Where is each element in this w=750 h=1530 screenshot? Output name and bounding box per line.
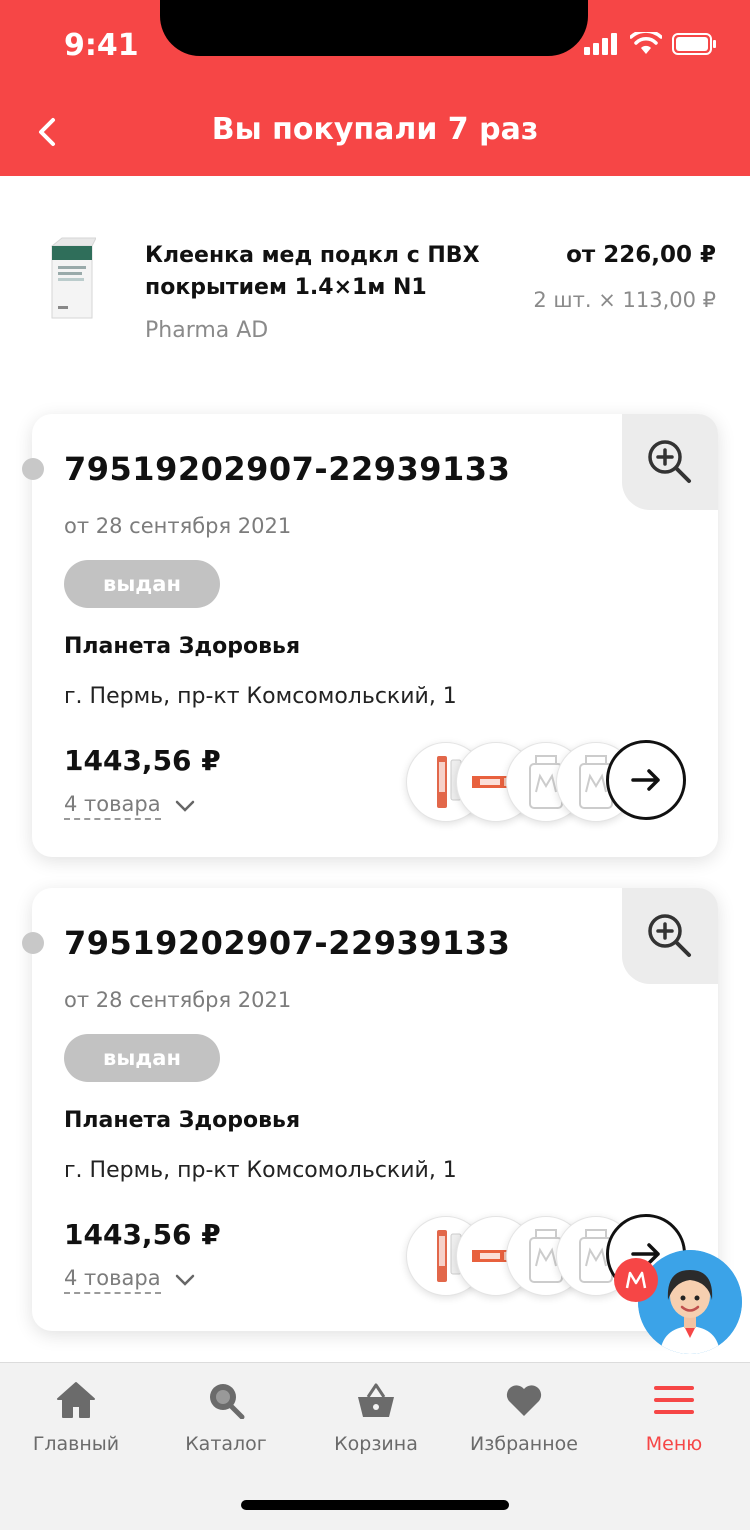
store-address: г. Пермь, пр-кт Комсомольский, 1: [64, 684, 457, 709]
store-name: Планета Здоровья: [64, 634, 301, 659]
status-badge: выдан: [64, 1034, 220, 1082]
items-count: 4 товара: [64, 792, 161, 820]
tab-label: Каталог: [185, 1433, 267, 1455]
items-toggle[interactable]: 4 товара: [64, 792, 195, 820]
app-header: 9:41 Вы покупали 7 раз: [0, 0, 750, 176]
product-name: Клеенка мед подкл с ПВХ покрытием 1.4×1м…: [145, 243, 480, 300]
search-icon: [210, 1384, 245, 1419]
order-card[interactable]: 79519202907-22939133 от 28 сентября 2021…: [22, 414, 718, 857]
order-number: 79519202907-22939133: [64, 924, 511, 962]
home-indicator: [241, 1500, 509, 1510]
chat-assistant-button[interactable]: [638, 1250, 742, 1354]
tab-menu[interactable]: Меню: [599, 1381, 749, 1455]
chevron-down-icon: [175, 800, 194, 812]
order-date: от 28 сентября 2021: [64, 514, 292, 538]
tab-home[interactable]: Главный: [1, 1381, 151, 1455]
zoom-in-icon: [648, 440, 691, 483]
heart-icon: [506, 1385, 542, 1416]
signal-icon: [584, 33, 617, 55]
chat-badge[interactable]: [614, 1258, 658, 1302]
assistant-avatar-icon: [638, 1250, 742, 1354]
device-notch: [160, 0, 588, 56]
order-card[interactable]: 79519202907-22939133 от 28 сентября 2021…: [22, 888, 718, 1331]
wifi-icon: [630, 32, 662, 54]
page-title: Вы покупали 7 раз: [211, 112, 539, 147]
product-brand: Pharma AD: [145, 318, 269, 343]
status-time: 9:41: [64, 28, 139, 63]
tab-label: Главный: [32, 1433, 120, 1455]
tab-cart[interactable]: Корзина: [301, 1381, 451, 1455]
status-icons: [584, 32, 718, 56]
tab-catalog[interactable]: Каталог: [151, 1381, 301, 1455]
product-quantity: 2 шт. × 113,00 ₽: [533, 288, 716, 312]
order-total: 1443,56 ₽: [64, 744, 221, 777]
zoom-in-icon: [648, 914, 691, 957]
open-order-button[interactable]: [606, 740, 686, 820]
store-address: г. Пермь, пр-кт Комсомольский, 1: [64, 1158, 457, 1183]
card-marker: [22, 458, 44, 480]
order-number: 79519202907-22939133: [64, 450, 511, 488]
zoom-button[interactable]: [622, 414, 718, 510]
status-badge: выдан: [64, 560, 220, 608]
chevron-down-icon: [175, 1274, 194, 1286]
arrow-right-icon: [631, 769, 660, 791]
items-count: 4 товара: [64, 1266, 161, 1294]
menu-icon: [654, 1386, 694, 1414]
zoom-button[interactable]: [622, 888, 718, 984]
basket-icon: [358, 1383, 394, 1417]
product-summary[interactable]: Клеенка мед подкл с ПВХ покрытием 1.4×1м…: [0, 176, 750, 396]
battery-icon: [672, 33, 716, 55]
tab-label: Корзина: [334, 1433, 418, 1455]
card-marker: [22, 932, 44, 954]
tab-favorites[interactable]: Избранное: [449, 1381, 599, 1455]
product-thumbnails: [406, 1216, 636, 1298]
order-total: 1443,56 ₽: [64, 1218, 221, 1251]
product-price: от 226,00 ₽: [566, 242, 716, 268]
product-thumbnails: [406, 742, 636, 824]
home-icon: [57, 1382, 95, 1418]
tab-label: Избранное: [470, 1433, 578, 1455]
pharmacy-logo-icon: [625, 1271, 647, 1289]
order-date: от 28 сентября 2021: [64, 988, 292, 1012]
store-name: Планета Здоровья: [64, 1108, 301, 1133]
items-toggle[interactable]: 4 товара: [64, 1266, 195, 1294]
tab-label: Меню: [645, 1433, 703, 1455]
product-image: [50, 237, 96, 319]
